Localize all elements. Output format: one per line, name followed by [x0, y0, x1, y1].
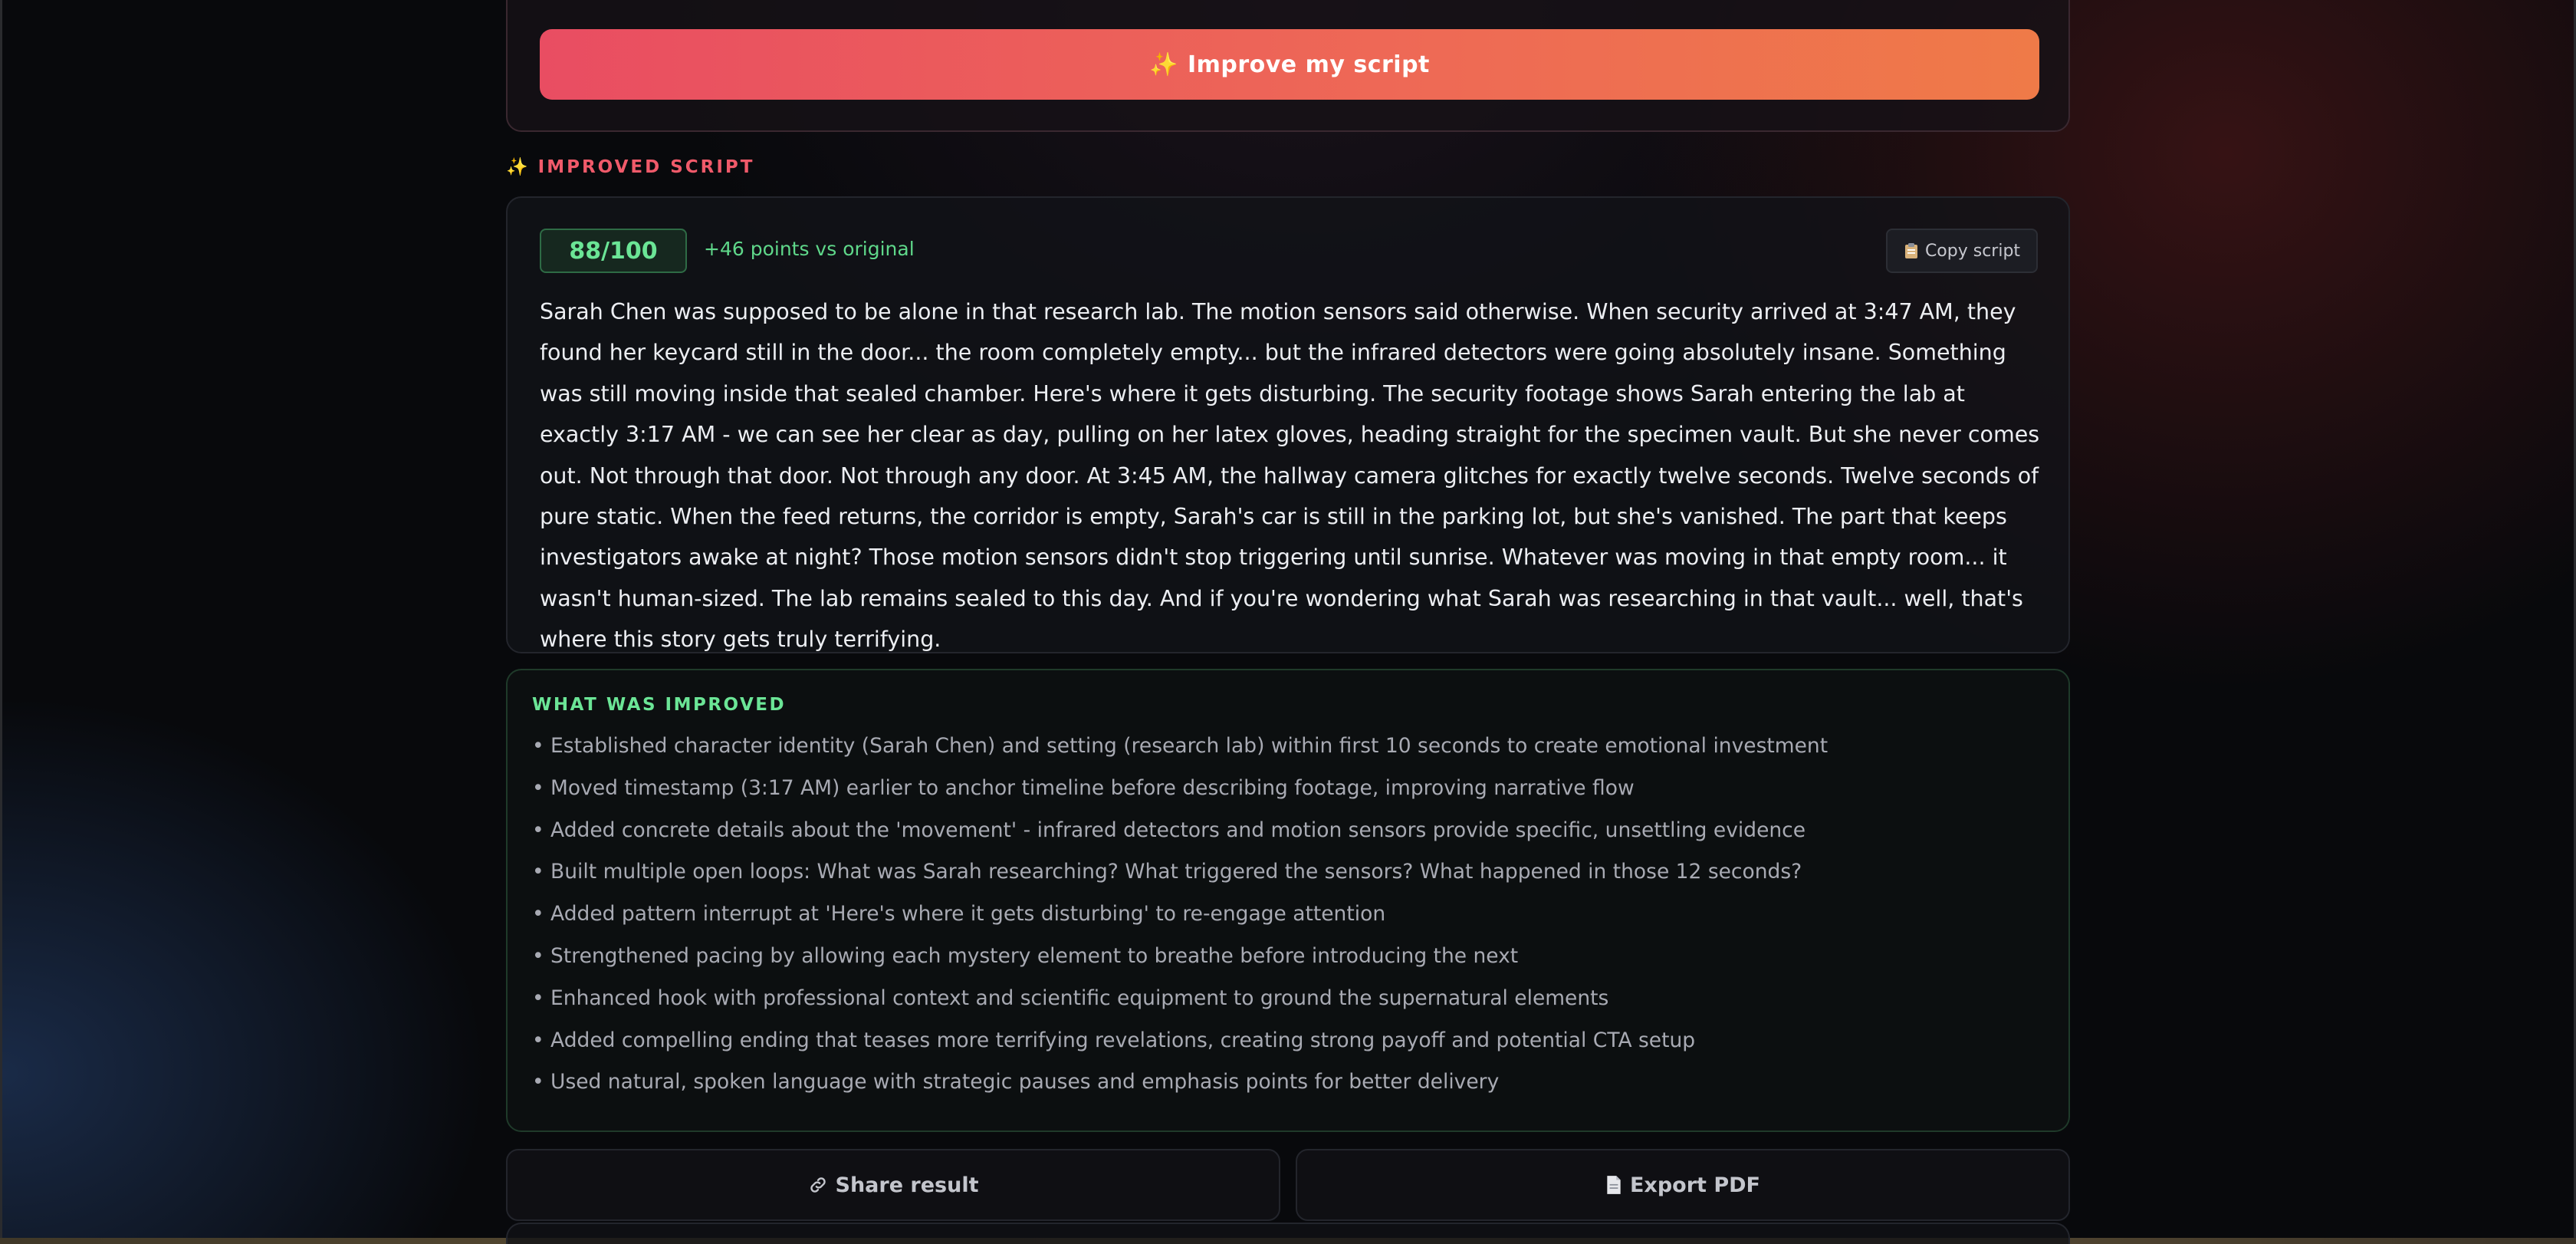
list-item: • Added concrete details about the 'move…: [532, 818, 1806, 842]
copy-script-label: Copy script: [1924, 241, 2021, 261]
improved-script-card: 88/100 +46 points vs original Copy scrip…: [506, 196, 2070, 653]
score-delta: +46 points vs original: [704, 238, 915, 260]
improve-script-label: Improve my script: [1187, 51, 1430, 78]
list-item: • Moved timestamp (3:17 AM) earlier to a…: [532, 775, 1635, 800]
sparkles-icon: ✨: [1149, 51, 1178, 78]
share-result-label: Share result: [835, 1173, 979, 1197]
list-item: • Added compelling ending that teases mo…: [532, 1028, 1696, 1052]
document-icon: [1607, 1176, 1621, 1194]
clipboard-icon: [1904, 243, 1917, 258]
what-was-improved-heading: WHAT WAS IMPROVED: [532, 695, 787, 715]
improve-script-button[interactable]: ✨ Improve my script: [540, 29, 2039, 100]
next-card: [506, 1223, 2070, 1244]
list-item: • Established character identity (Sarah …: [532, 734, 1829, 758]
list-item: • Enhanced hook with professional contex…: [532, 986, 1609, 1010]
list-item: • Added pattern interrupt at 'Here's whe…: [532, 902, 1386, 926]
score-badge: 88/100: [540, 229, 687, 273]
improvements-list: • Established character identity (Sarah …: [532, 726, 1828, 1104]
export-pdf-label: Export PDF: [1629, 1173, 1760, 1197]
list-item: • Used natural, spoken language with str…: [532, 1070, 1500, 1094]
improved-script-heading: ✨ IMPROVED SCRIPT: [506, 156, 755, 178]
what-was-improved-card: WHAT WAS IMPROVED • Established characte…: [506, 669, 2070, 1132]
script-input-card: ✨ Improve my script: [506, 0, 2070, 132]
share-result-button[interactable]: Share result: [506, 1149, 1280, 1221]
copy-script-button[interactable]: Copy script: [1886, 229, 2038, 273]
improved-script-text: Sarah Chen was supposed to be alone in t…: [540, 299, 2040, 653]
export-pdf-button[interactable]: Export PDF: [1296, 1149, 2070, 1221]
improved-script-heading-text: IMPROVED SCRIPT: [537, 156, 755, 177]
list-item: • Strengthened pacing by allowing each m…: [532, 943, 1519, 968]
sparkles-icon: ✨: [506, 157, 531, 177]
list-item: • Built multiple open loops: What was Sa…: [532, 860, 1802, 884]
link-icon: [810, 1177, 826, 1193]
